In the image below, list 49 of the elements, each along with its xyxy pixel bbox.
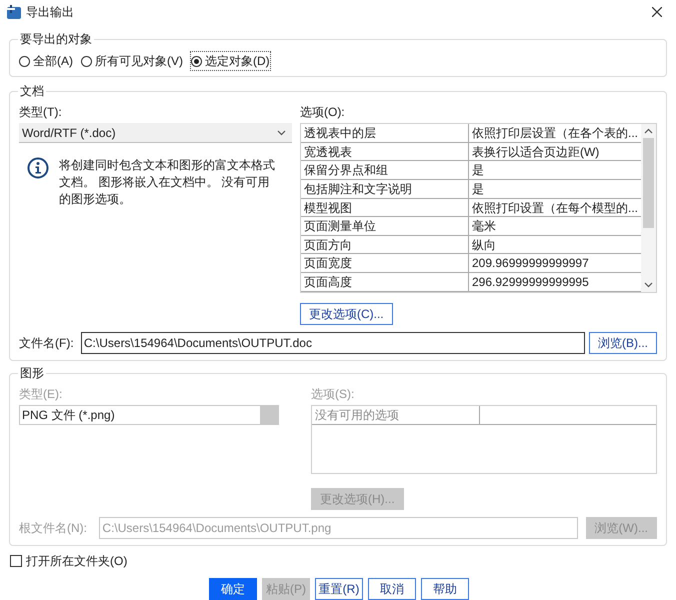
open-folder-checkbox[interactable]: 打开所在文件夹(O) bbox=[10, 552, 676, 570]
dialog-button[interactable]: 更改选项(C)... bbox=[300, 302, 393, 325]
table-cell-text: 296.92999999999995 bbox=[470, 274, 590, 291]
file-name-field[interactable]: C:\Users\154964\Documents\OUTPUT.doc bbox=[80, 332, 585, 354]
table-cell: 页面宽度 bbox=[300, 254, 469, 272]
table-cell-text: 是 bbox=[470, 181, 485, 198]
close-icon[interactable] bbox=[652, 7, 662, 18]
info-icon bbox=[27, 157, 49, 180]
table-cell: 宽透视表 bbox=[300, 142, 469, 160]
table-cell: 页面方向 bbox=[300, 236, 469, 254]
scroll-down-icon[interactable] bbox=[644, 282, 653, 288]
table-cell-text: 209.96999999999997 bbox=[470, 255, 590, 272]
table-cell: 保留分界点和组 bbox=[300, 161, 469, 180]
group-title: 要导出的对象 bbox=[18, 31, 94, 48]
type-label: 类型(T): bbox=[19, 104, 63, 120]
type-label: 类型(E): bbox=[19, 386, 64, 402]
table-cell: 模型视图 bbox=[300, 198, 469, 216]
table-cell: 透视表中的层 bbox=[300, 124, 469, 142]
radio-option[interactable]: 所有可见对象(V) bbox=[81, 52, 183, 70]
table-cell-text: 依照打印设置（在每个模型的... bbox=[470, 200, 639, 216]
radio-option[interactable]: 全部(A) bbox=[19, 52, 73, 70]
table-cell: 包括脚注和文字说明 bbox=[300, 180, 469, 198]
dialog-button[interactable]: 浏览(B)... bbox=[589, 332, 657, 354]
table-cell-text: 是 bbox=[470, 162, 485, 180]
table-cell: 页面测量单位 bbox=[300, 217, 469, 235]
table-cell: 页面高度 bbox=[300, 273, 469, 291]
dialog-button[interactable]: 帮助 bbox=[421, 578, 469, 600]
dialog-button[interactable]: 重置(R) bbox=[315, 578, 363, 600]
dialog-button[interactable]: 确定 bbox=[209, 578, 257, 600]
table-cell-text: 依照打印层设置（在各个表的... bbox=[470, 125, 639, 142]
root-file-name-label: 根文件名(N): bbox=[19, 520, 88, 538]
dialog-button[interactable]: 取消 bbox=[368, 578, 416, 600]
scrollbar[interactable] bbox=[641, 124, 656, 292]
radio-option[interactable]: 选定对象(D) bbox=[191, 52, 270, 70]
type-dropdown[interactable]: Word/RTF (*.doc) bbox=[19, 123, 292, 144]
table-cell-text: 纵向 bbox=[470, 236, 497, 254]
file-name-label: 文件名(F): bbox=[19, 334, 75, 352]
chevron-down-icon bbox=[276, 130, 286, 136]
scroll-up-icon[interactable] bbox=[644, 128, 653, 134]
info-text: 将创建同时包含文本和图形的富文本格式文档。 图形将嵌入在文档中。 没有可用的图形选项。 bbox=[59, 157, 276, 208]
group-title: 文档 bbox=[18, 83, 46, 100]
app-icon bbox=[6, 4, 22, 20]
options-label: 选项(O): bbox=[300, 104, 346, 120]
table-cell-text: 毫米 bbox=[470, 218, 497, 235]
window-title: 导出输出 bbox=[26, 4, 74, 22]
group-title: 图形 bbox=[18, 365, 46, 382]
options-label: 选项(S): bbox=[311, 386, 356, 402]
table-cell-text: 表换行以适合页边距(W) bbox=[470, 144, 600, 160]
table-cell: 没有可用的选项 bbox=[312, 406, 480, 424]
